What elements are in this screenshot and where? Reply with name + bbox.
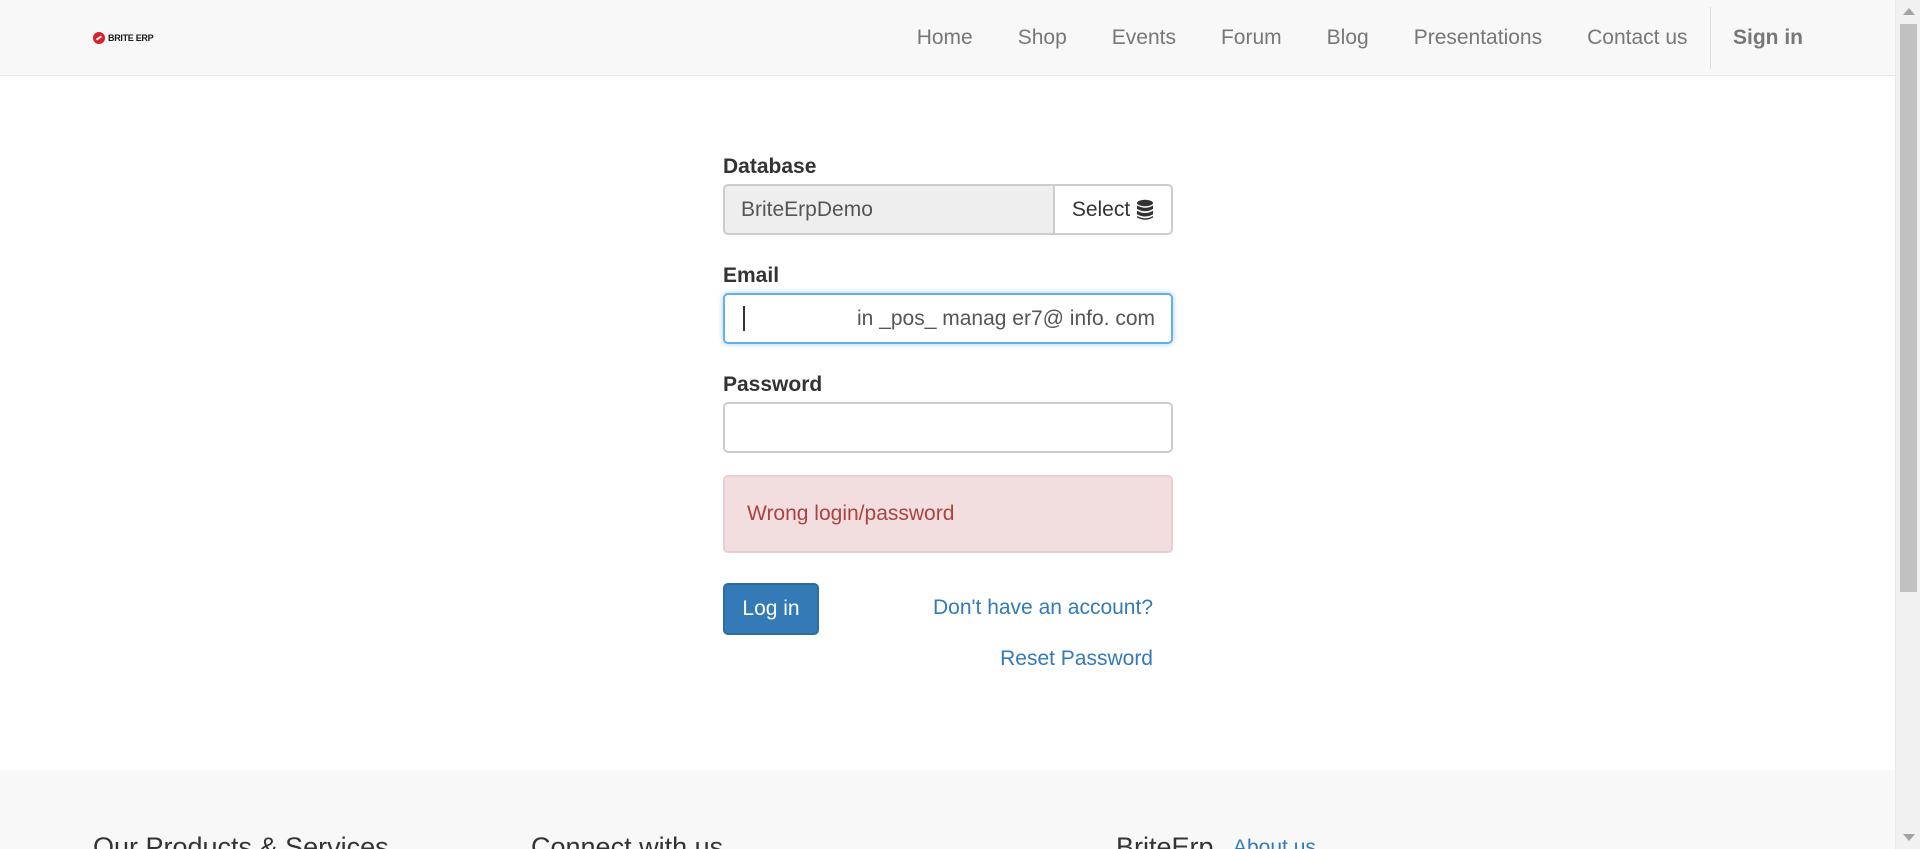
nav-blog[interactable]: Blog <box>1304 0 1391 76</box>
email-value: in _pos_ manag er7@ info. com <box>857 307 1155 330</box>
text-caret <box>743 306 745 331</box>
form-actions: Log in Don't have an account? Reset Pass… <box>723 583 1173 693</box>
sign-in-link[interactable]: Sign in <box>1711 0 1895 76</box>
nav-presentations[interactable]: Presentations <box>1391 0 1564 76</box>
nav-forum[interactable]: Forum <box>1198 0 1304 76</box>
top-navbar: BRITE ERP Home Shop Events Forum Blog Pr… <box>0 0 1895 76</box>
vertical-scrollbar[interactable] <box>1895 0 1920 849</box>
database-label: Database <box>723 155 817 178</box>
scroll-down-arrow-icon[interactable] <box>1903 834 1915 841</box>
login-form: Database BriteErpDemo Select Email in _p… <box>723 150 1173 693</box>
email-field[interactable]: in _pos_ manag er7@ info. com <box>723 293 1173 344</box>
logo-text: BRITE ERP <box>108 32 154 43</box>
footer-connect-heading: Connect with us <box>531 832 724 849</box>
footer: Our Products & Services Connect with us … <box>0 770 1895 849</box>
footer-brand-heading: BriteErp <box>1116 832 1214 849</box>
log-in-button[interactable]: Log in <box>723 583 819 635</box>
nav-shop[interactable]: Shop <box>995 0 1089 76</box>
reset-password-link[interactable]: Reset Password <box>1000 647 1153 671</box>
database-group: BriteErpDemo Select <box>723 184 1173 235</box>
select-label: Select <box>1071 197 1131 221</box>
footer-products-heading: Our Products & Services <box>93 832 389 849</box>
select-database-button[interactable]: Select <box>1053 184 1173 235</box>
scrollbar-thumb[interactable] <box>1900 24 1917 592</box>
main-nav: Home Shop Events Forum Blog Presentation… <box>894 0 1895 76</box>
signup-link[interactable]: Don't have an account? <box>933 596 1153 620</box>
logo-mark-icon <box>93 32 105 44</box>
email-label: Email <box>723 264 780 287</box>
login-error-alert: Wrong login/password <box>723 475 1173 553</box>
password-field[interactable] <box>723 402 1173 453</box>
nav-contact-us[interactable]: Contact us <box>1565 0 1710 76</box>
password-label: Password <box>723 373 823 396</box>
database-field: BriteErpDemo <box>723 184 1053 235</box>
footer-about-link[interactable]: About us <box>1233 836 1316 849</box>
nav-events[interactable]: Events <box>1089 0 1198 76</box>
nav-home[interactable]: Home <box>894 0 995 76</box>
database-icon <box>1137 199 1154 220</box>
scroll-up-arrow-icon[interactable] <box>1903 8 1915 15</box>
brite-erp-logo[interactable]: BRITE ERP <box>93 31 154 45</box>
